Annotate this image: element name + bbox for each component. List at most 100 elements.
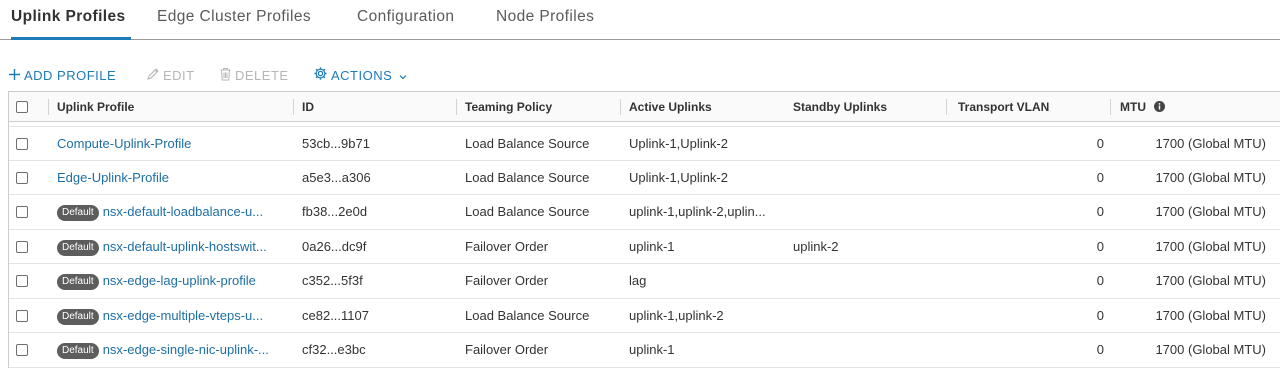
teaming-policy: Failover Order [465,238,549,254]
mtu-value: 1700 (Global MTU) [1155,307,1266,323]
actions-label: ACTIONS [331,68,393,83]
profile-name-cell: Compute-Uplink-Profile [57,127,289,161]
profile-id: a5e3...a306 [302,169,371,185]
active-uplinks: uplink-1,uplink-2,uplin... [629,204,766,219]
column-divider[interactable] [620,99,621,115]
row-checkbox[interactable] [16,171,28,184]
teaming-policy: Failover Order [465,273,549,288]
mtu-value: 1700 (Global MTU) [1155,273,1266,288]
row-checkbox[interactable] [16,275,28,287]
mtu-value: 1700 (Global MTU) [1155,238,1266,254]
pencil-icon [146,67,160,87]
active-uplinks: lag [629,273,647,288]
column-header-active-uplinks[interactable]: Active Uplinks [629,92,712,122]
profile-name-link[interactable]: Compute-Uplink-Profile [57,136,191,151]
toolbar: ADD PROFILE EDIT DELETE ACTIONS [0,66,1280,86]
standby-uplinks: uplink-2 [793,238,839,254]
standby-uplinks [793,299,943,333]
profile-name-cell: Default nsx-edge-multiple-vteps-u... [57,299,289,333]
column-divider[interactable] [456,99,457,115]
add-profile-button[interactable]: ADD PROFILE [8,66,116,86]
select-all-checkbox[interactable] [16,101,28,113]
column-divider[interactable] [48,99,49,115]
info-icon[interactable] [1154,93,1166,123]
profile-id: fb38...2e0d [302,204,368,219]
profile-name-link[interactable]: nsx-edge-multiple-vteps-u... [103,308,263,323]
column-divider[interactable] [1110,99,1111,115]
column-divider[interactable] [293,99,294,115]
table-row[interactable]: Default nsx-default-uplink-hostswit... 0a… [9,230,1280,264]
default-badge: Default [57,205,99,221]
profile-name-link[interactable]: nsx-edge-single-nic-uplink-... [103,342,269,357]
tab-uplink-profiles[interactable]: Uplink Profiles [11,8,131,40]
transport-vlan: 0 [1096,169,1104,185]
row-checkbox[interactable] [16,240,28,253]
default-badge: Default [57,343,99,359]
actions-button[interactable]: ACTIONS [313,66,407,86]
profile-name-link[interactable]: Edge-Uplink-Profile [57,170,169,185]
row-checkbox[interactable] [16,138,28,150]
table-row[interactable]: Default nsx-edge-multiple-vteps-u... ce82… [9,299,1280,333]
default-badge: Default [57,274,99,290]
row-checkbox[interactable] [16,309,28,322]
default-badge: Default [57,239,99,256]
tab-edge-cluster-profiles[interactable]: Edge Cluster Profiles [157,8,311,40]
column-header-mtu[interactable]: MTU [1120,92,1166,123]
column-header-teaming-policy[interactable]: Teaming Policy [465,92,552,122]
transport-vlan: 0 [1096,273,1104,288]
standby-uplinks [793,333,943,367]
table-row[interactable]: Compute-Uplink-Profile 53cb...9b71 Load … [9,126,1280,161]
teaming-policy: Failover Order [465,342,549,357]
column-header-id[interactable]: ID [302,92,314,122]
standby-uplinks [793,127,943,161]
active-uplinks: Uplink-1,Uplink-2 [629,169,728,185]
teaming-policy: Load Balance Source [465,204,590,219]
tab-configuration[interactable]: Configuration [357,8,454,40]
column-divider[interactable] [946,99,947,115]
profile-name-cell: Default nsx-default-loadbalance-u... [57,195,289,229]
active-uplinks: uplink-1 [629,238,675,254]
gear-icon [313,66,328,87]
profile-name-link[interactable]: nsx-edge-lag-uplink-profile [103,273,256,288]
table-row[interactable]: Default nsx-edge-lag-uplink-profile c352.… [9,264,1280,299]
mtu-value: 1700 (Global MTU) [1155,342,1266,357]
trash-icon [219,67,232,87]
profile-name-link[interactable]: nsx-default-loadbalance-u... [103,204,263,219]
edit-button[interactable]: EDIT [146,66,195,86]
teaming-policy: Load Balance Source [465,169,590,185]
standby-uplinks [793,264,943,298]
profile-name-cell: Default nsx-edge-single-nic-uplink-... [57,333,289,367]
standby-uplinks [793,195,943,229]
edit-label: EDIT [163,68,195,83]
teaming-policy: Load Balance Source [465,136,590,151]
column-header-uplink-profile[interactable]: Uplink Profile [57,92,134,122]
active-uplinks: uplink-1 [629,342,675,357]
transport-vlan: 0 [1096,307,1104,323]
table-row[interactable]: Default nsx-default-loadbalance-u... fb38… [9,195,1280,230]
add-profile-label: ADD PROFILE [24,68,117,83]
profile-name-cell: Default nsx-default-uplink-hostswit... [57,230,289,264]
teaming-policy: Load Balance Source [465,307,590,323]
profile-id: 0a26...dc9f [302,238,367,254]
row-checkbox[interactable] [16,206,28,218]
delete-button[interactable]: DELETE [219,66,289,86]
profile-name-link[interactable]: nsx-default-uplink-hostswit... [103,239,267,254]
table-row[interactable]: Edge-Uplink-Profile a5e3...a306 Load Bal… [9,161,1280,195]
profile-name-cell: Edge-Uplink-Profile [57,161,289,195]
row-checkbox[interactable] [16,344,28,356]
chevron-down-icon [399,67,407,87]
mtu-value: 1700 (Global MTU) [1155,136,1266,151]
profile-id: cf32...e3bc [302,342,366,357]
tab-bar: Uplink Profiles Edge Cluster Profiles Co… [0,0,1280,40]
active-uplinks: uplink-1,uplink-2 [629,307,724,323]
tab-node-profiles[interactable]: Node Profiles [496,8,594,40]
column-header-standby-uplinks[interactable]: Standby Uplinks [793,92,887,122]
table-row[interactable]: Default nsx-edge-single-nic-uplink-... cf… [9,333,1280,368]
table-body: Compute-Uplink-Profile 53cb...9b71 Load … [9,126,1280,368]
mtu-value: 1700 (Global MTU) [1155,169,1266,185]
profile-id: ce82...1107 [302,307,369,323]
transport-vlan: 0 [1096,136,1104,151]
transport-vlan: 0 [1096,238,1104,254]
transport-vlan: 0 [1096,204,1104,219]
column-header-transport-vlan[interactable]: Transport VLAN [958,92,1049,122]
